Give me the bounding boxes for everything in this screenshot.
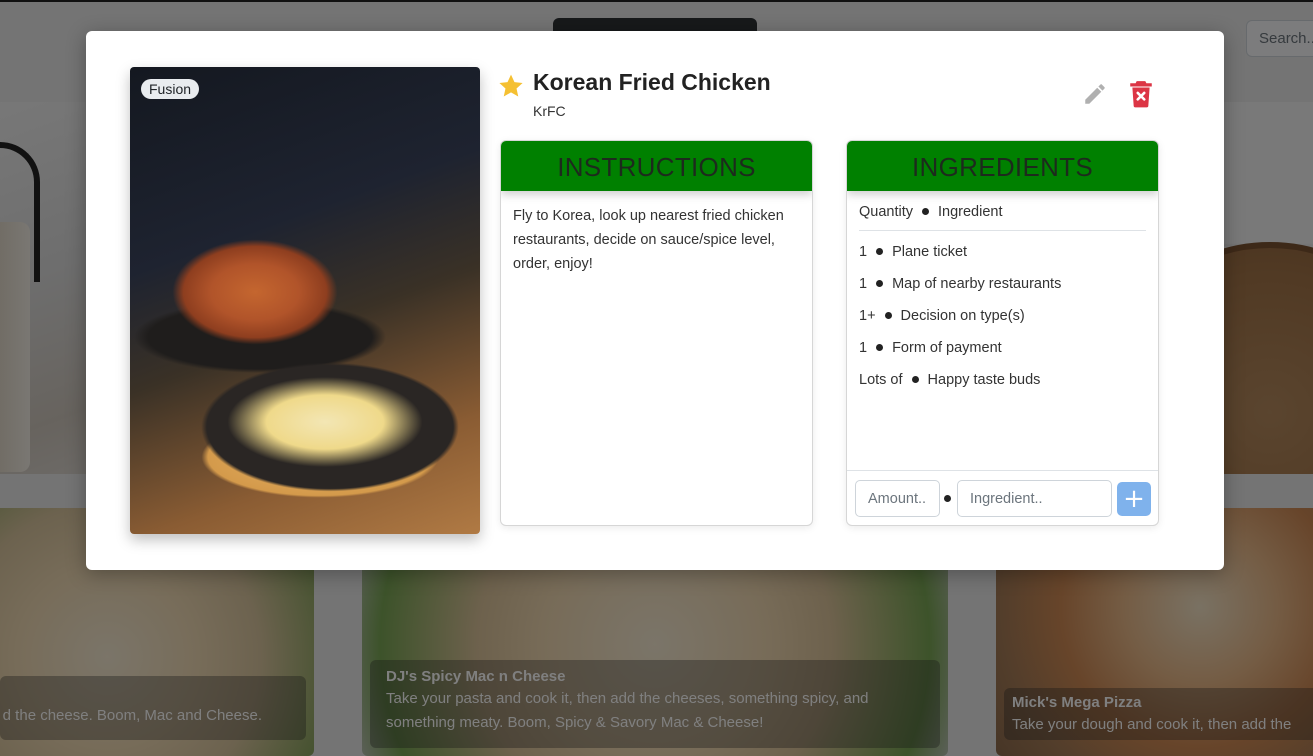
ingredients-panel: INGREDIENTS Quantity Ingredient 1 Plane ti… xyxy=(846,140,1159,526)
bullet-icon xyxy=(876,343,884,351)
ingredients-list: Quantity Ingredient 1 Plane ticket 1 Map of… xyxy=(847,191,1158,401)
quantity-column-label: Quantity xyxy=(859,204,913,220)
ingredient-row: 1+ Decision on type(s) xyxy=(859,305,1146,337)
ingredient-name: Map of nearby restaurants xyxy=(892,276,1062,292)
ingredients-column-header: Quantity Ingredient xyxy=(859,204,1146,231)
amount-input[interactable] xyxy=(855,480,940,517)
bullet-icon xyxy=(884,311,892,319)
add-ingredient-button[interactable]: + xyxy=(1117,482,1151,516)
edit-button[interactable] xyxy=(1082,81,1108,107)
recipe-image: Fusion xyxy=(130,67,480,534)
ingredient-quantity: 1 xyxy=(859,340,868,356)
ingredient-name: Plane ticket xyxy=(892,244,968,260)
bullet-icon xyxy=(911,375,919,383)
ingredients-heading: INGREDIENTS xyxy=(847,141,1158,191)
star-icon[interactable] xyxy=(498,73,524,99)
ingredient-quantity: 1+ xyxy=(859,308,876,324)
trash-icon xyxy=(1128,81,1154,112)
ingredient-input[interactable] xyxy=(957,480,1112,517)
ingredient-row: Lots of Happy taste buds xyxy=(859,369,1146,401)
recipe-subtitle: KrFC xyxy=(533,103,566,119)
ingredient-name: Form of payment xyxy=(892,340,1002,356)
instructions-text: Fly to Korea, look up nearest fried chic… xyxy=(513,208,784,272)
recipe-title: Korean Fried Chicken xyxy=(533,69,771,95)
ingredient-row: 1 Form of payment xyxy=(859,337,1146,369)
ingredient-quantity: 1 xyxy=(859,244,868,260)
ingredient-name: Happy taste buds xyxy=(927,372,1041,388)
ingredient-column-label: Ingredient xyxy=(938,204,1003,220)
recipe-modal: Fusion Korean Fried Chicken KrFC INSTRUC… xyxy=(86,31,1224,570)
category-badge: Fusion xyxy=(141,79,200,99)
ingredient-row: 1 Plane ticket xyxy=(859,241,1146,273)
bullet-icon xyxy=(922,207,929,215)
pencil-icon xyxy=(1082,84,1108,111)
ingredient-quantity: 1 xyxy=(859,276,868,292)
bullet-icon xyxy=(876,247,884,255)
ingredient-name: Decision on type(s) xyxy=(900,308,1025,324)
ingredient-row: 1 Map of nearby restaurants xyxy=(859,273,1146,305)
bullet-icon xyxy=(944,495,951,502)
ingredient-quantity: Lots of xyxy=(859,372,903,388)
instructions-panel: INSTRUCTIONS Fly to Korea, look up neare… xyxy=(500,140,813,526)
bullet-icon xyxy=(876,279,884,287)
delete-button[interactable] xyxy=(1128,80,1154,108)
instructions-heading: INSTRUCTIONS xyxy=(501,141,812,191)
add-ingredient-form: + xyxy=(847,470,1158,525)
